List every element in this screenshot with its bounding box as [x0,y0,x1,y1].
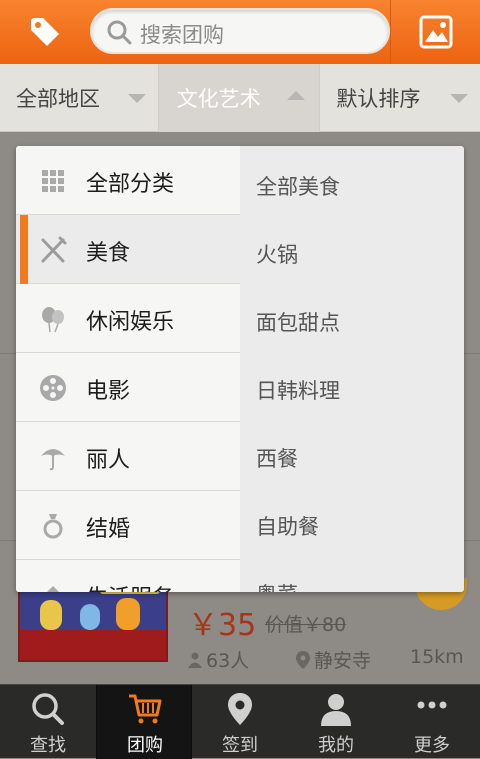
person-icon [188,652,202,668]
filter-category[interactable]: 文化艺术 [158,64,320,132]
grid-icon [42,170,64,192]
cart-icon [129,694,162,724]
category-label: 电影 [86,379,131,404]
nav-search[interactable]: 查找 [0,685,96,759]
search-placeholder: 搜索团购 [140,23,224,47]
chevron-down-icon [450,94,469,103]
category-item-movie[interactable]: 电影 [16,353,240,422]
category-item-food[interactable]: 美食 [16,215,240,284]
category-item-all[interactable]: 全部分类 [16,146,240,215]
deal-price: ￥35 [188,608,257,643]
category-label: 全部分类 [86,172,175,197]
subcategory-label: 自助餐 [256,515,319,539]
search-icon [32,693,64,725]
subcategory-item[interactable]: 火锅 [240,217,464,285]
balloon-icon [42,307,64,333]
ring-icon [43,514,63,539]
subcategory-label: 西餐 [256,447,298,471]
search-icon [107,20,132,45]
category-label: 结婚 [86,517,131,542]
filter-sort[interactable]: 默认排序 [320,64,480,132]
picture-icon [419,15,452,49]
user-icon [321,694,351,726]
subcategory-label: 全部美食 [256,175,340,199]
subcategory-item[interactable]: 日韩料理 [240,353,464,421]
chevron-down-icon [128,94,146,103]
nav-label: 团购 [127,735,163,756]
filter-bar: 全部地区 文化艺术 默认排序 [0,64,480,132]
fork-knife-icon [41,236,67,263]
subcategory-item[interactable]: 西餐 [240,421,464,489]
nav-checkin[interactable]: 签到 [192,685,288,759]
chevron-up-icon [286,91,305,100]
category-item-services[interactable]: 生活服务 [16,560,240,592]
deal-original-price: 价值￥80 [265,614,347,636]
category-label: 休闲娱乐 [86,310,175,335]
deal-buyers-count: 63人 [206,650,250,672]
filter-region-label: 全部地区 [16,87,100,111]
subcategory-item[interactable]: 全部美食 [240,149,464,217]
category-item-beauty[interactable]: 丽人 [16,422,240,491]
service-icon [47,586,59,592]
subcategory-label: 粤菜 [256,579,298,592]
search-input[interactable]: 搜索团购 [90,8,390,54]
active-indicator [20,215,28,284]
nav-label: 查找 [30,735,66,756]
category-list: 全部分类 美食 休闲娱乐 电影 丽人 结婚 [16,146,240,592]
film-reel-icon [40,375,66,401]
nav-mine[interactable]: 我的 [288,685,384,759]
subcategory-item[interactable]: 自助餐 [240,489,464,557]
subcategory-item[interactable]: 面包甜点 [240,285,464,353]
category-dropdown: 全部分类 美食 休闲娱乐 电影 丽人 结婚 全部美食 火锅 面包甜点 日韩料理 … [16,146,464,592]
subcategory-label: 日韩料理 [256,379,340,403]
location-pin-icon [296,650,310,669]
subcategory-item[interactable]: 粤菜 [240,557,464,592]
category-label: 美食 [86,241,131,266]
category-item-wedding[interactable]: 结婚 [16,491,240,560]
nav-groupbuy[interactable]: 团购 [96,685,192,759]
deal-location-name: 静安寺 [314,650,372,672]
deal-buyers: 63人 [188,646,249,673]
nav-label: 更多 [414,735,450,756]
image-search-button[interactable] [390,0,480,64]
tag-button[interactable] [0,0,90,64]
category-label: 生活服务 [86,580,174,592]
nav-label: 我的 [318,735,354,756]
deal-distance: 15km [410,646,464,668]
deal-location: 静安寺 [296,646,371,673]
filter-region[interactable]: 全部地区 [0,64,158,132]
bottom-nav: 查找 团购 签到 我的 更多 [0,684,480,759]
filter-category-label: 文化艺术 [176,87,261,111]
subcategory-label: 面包甜点 [256,311,340,335]
filter-sort-label: 默认排序 [336,87,421,111]
nav-more[interactable]: 更多 [384,685,480,759]
category-item-leisure[interactable]: 休闲娱乐 [16,284,240,353]
more-icon [417,701,447,709]
category-label: 丽人 [86,448,131,473]
umbrella-icon [41,449,65,471]
top-bar: 搜索团购 [0,0,480,64]
tag-icon [31,18,59,46]
subcategory-label: 火锅 [256,243,298,267]
nav-label: 签到 [222,735,258,756]
location-pin-icon [228,693,252,725]
